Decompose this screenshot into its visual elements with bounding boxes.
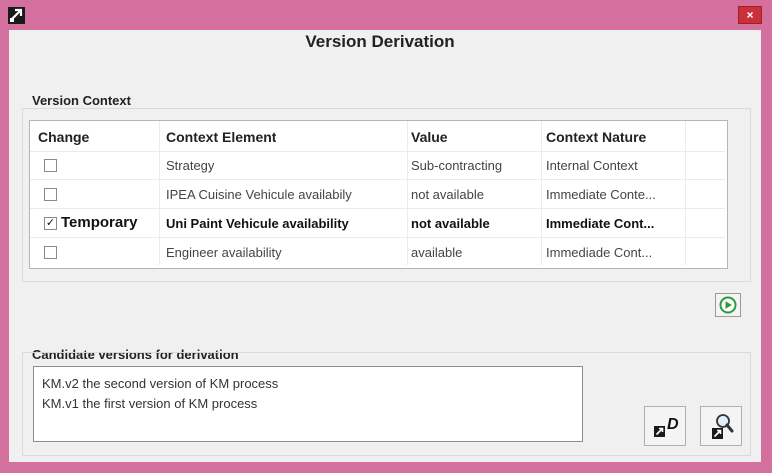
- context-element-cell: IPEA Cuisine Vehicule availabily: [166, 187, 352, 202]
- change-checkbox[interactable]: [44, 188, 57, 201]
- context-element-cell: Uni Paint Vehicule availability: [166, 216, 349, 231]
- context-nature-cell: Immediate Conte...: [546, 187, 656, 202]
- change-type-label[interactable]: Temporary: [61, 214, 137, 231]
- close-button[interactable]: ×: [738, 6, 762, 24]
- value-cell: not available: [411, 187, 484, 202]
- column-header-value[interactable]: Value: [411, 129, 448, 145]
- title-bar[interactable]: ×: [0, 0, 772, 30]
- change-checkbox[interactable]: [44, 246, 57, 259]
- derive-version-button[interactable]: D: [644, 406, 686, 446]
- value-cell: available: [411, 245, 463, 260]
- column-divider: [407, 121, 408, 265]
- version-context-label: Version Context: [32, 93, 131, 108]
- value-cell: not available: [411, 216, 490, 231]
- context-nature-cell: Internal Context: [546, 158, 638, 173]
- derive-version-icon: D: [654, 416, 679, 437]
- column-divider: [685, 121, 686, 265]
- column-header-context-nature[interactable]: Context Nature: [546, 129, 646, 145]
- context-element-cell: Engineer availability: [166, 245, 282, 260]
- column-header-change[interactable]: Change: [38, 129, 89, 145]
- play-circle-icon: [719, 296, 737, 314]
- kanban-app-icon: [8, 7, 25, 24]
- context-nature-cell: Immediade Cont...: [546, 245, 653, 260]
- column-header-context-element[interactable]: Context Element: [166, 129, 276, 145]
- dialog-title: Version Derivation: [305, 32, 455, 51]
- value-cell: Sub-contracting: [411, 158, 503, 173]
- derive-letter: D: [667, 416, 679, 433]
- column-divider: [541, 121, 542, 265]
- change-checkbox[interactable]: ✓: [44, 217, 57, 230]
- inspect-version-icon: [712, 414, 734, 439]
- column-divider: [159, 121, 160, 265]
- change-checkbox[interactable]: [44, 159, 57, 172]
- context-element-cell: Strategy: [166, 158, 215, 173]
- list-item[interactable]: KM.v2 the second version of KM process: [42, 376, 278, 391]
- context-nature-cell: Immediate Cont...: [546, 216, 655, 231]
- run-derivation-button[interactable]: [715, 293, 741, 317]
- candidate-versions-list[interactable]: KM.v2 the second version of KM process K…: [33, 366, 583, 442]
- context-table: Change Context Element Value Context Nat…: [29, 120, 728, 269]
- dialog-window: × Version Derivation Version Context Cha…: [0, 0, 772, 473]
- inspect-version-button[interactable]: [700, 406, 742, 446]
- list-item[interactable]: KM.v1 the first version of KM process: [42, 396, 257, 411]
